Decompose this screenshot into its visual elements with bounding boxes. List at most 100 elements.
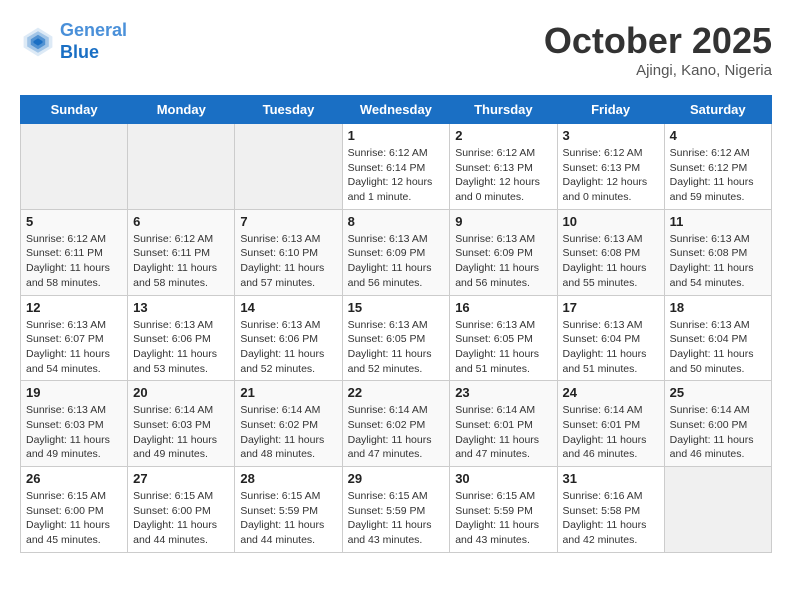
day-number: 7 (240, 214, 336, 229)
calendar-cell (664, 467, 771, 553)
weekday-header-sunday: Sunday (21, 96, 128, 124)
calendar-cell: 4Sunrise: 6:12 AMSunset: 6:12 PMDaylight… (664, 124, 771, 210)
calendar-cell: 13 Sunrise: 6:13 AMSunset: 6:06 PMDayligh… (128, 295, 235, 381)
calendar-cell: 15Sunrise: 6:13 AMSunset: 6:05 PMDayligh… (342, 295, 450, 381)
day-number: 4 (670, 128, 766, 143)
day-number: 16 (455, 300, 551, 315)
calendar-cell (235, 124, 342, 210)
calendar-cell: 30 Sunrise: 6:15 AMSunset: 5:59 PMDayligh… (450, 467, 557, 553)
calendar-cell: 21 Sunrise: 6:14 AMSunset: 6:02 PMDayligh… (235, 381, 342, 467)
title-block: October 2025 Ajingi, Kano, Nigeria (544, 20, 772, 79)
cell-details: Sunrise: 6:13 AMSunset: 6:07 PMDaylight:… (26, 318, 122, 377)
cell-details: Sunrise: 6:14 AMSunset: 6:02 PMDaylight:… (348, 403, 445, 462)
cell-details: Sunrise: 6:14 AMSunset: 6:01 PMDaylight:… (563, 403, 659, 462)
day-number: 10 (563, 214, 659, 229)
cell-details: Sunrise: 6:12 AMSunset: 6:14 PMDaylight:… (348, 146, 445, 205)
weekday-header-monday: Monday (128, 96, 235, 124)
calendar-cell: 1 Sunrise: 6:12 AMSunset: 6:14 PMDaylight… (342, 124, 450, 210)
day-number: 28 (240, 471, 336, 486)
weekday-header-thursday: Thursday (450, 96, 557, 124)
cell-details: Sunrise: 6:15 AMSunset: 5:59 PMDaylight:… (240, 489, 336, 548)
calendar-cell (128, 124, 235, 210)
calendar-cell: 28 Sunrise: 6:15 AMSunset: 5:59 PMDayligh… (235, 467, 342, 553)
calendar-cell: 2Sunrise: 6:12 AMSunset: 6:13 PMDaylight… (450, 124, 557, 210)
logo-text: General Blue (60, 20, 127, 63)
calendar-cell: 5 Sunrise: 6:12 AMSunset: 6:11 PMDaylight… (21, 209, 128, 295)
cell-details: Sunrise: 6:13 AMSunset: 6:09 PMDaylight:… (455, 232, 551, 291)
day-number: 11 (670, 214, 766, 229)
cell-details: Sunrise: 6:14 AMSunset: 6:02 PMDaylight:… (240, 403, 336, 462)
cell-details: Sunrise: 6:13 AMSunset: 6:10 PMDaylight:… (240, 232, 336, 291)
day-number: 17 (563, 300, 659, 315)
calendar-cell: 29Sunrise: 6:15 AMSunset: 5:59 PMDayligh… (342, 467, 450, 553)
calendar-cell: 20 Sunrise: 6:14 AMSunset: 6:03 PMDayligh… (128, 381, 235, 467)
cell-details: Sunrise: 6:15 AMSunset: 5:59 PMDaylight:… (455, 489, 551, 548)
calendar-cell: 25 Sunrise: 6:14 AMSunset: 6:00 PMDayligh… (664, 381, 771, 467)
calendar-cell: 26 Sunrise: 6:15 AMSunset: 6:00 PMDayligh… (21, 467, 128, 553)
calendar-cell: 16 Sunrise: 6:13 AMSunset: 6:05 PMDayligh… (450, 295, 557, 381)
calendar-cell: 7 Sunrise: 6:13 AMSunset: 6:10 PMDaylight… (235, 209, 342, 295)
day-number: 8 (348, 214, 445, 229)
calendar-cell: 24 Sunrise: 6:14 AMSunset: 6:01 PMDayligh… (557, 381, 664, 467)
calendar-cell: 17 Sunrise: 6:13 AMSunset: 6:04 PMDayligh… (557, 295, 664, 381)
day-number: 21 (240, 385, 336, 400)
cell-details: Sunrise: 6:15 AMSunset: 6:00 PMDaylight:… (26, 489, 122, 548)
day-number: 27 (133, 471, 229, 486)
calendar-cell: 9 Sunrise: 6:13 AMSunset: 6:09 PMDaylight… (450, 209, 557, 295)
day-number: 6 (133, 214, 229, 229)
cell-details: Sunrise: 6:15 AMSunset: 5:59 PMDaylight:… (348, 489, 445, 548)
calendar-cell: 8Sunrise: 6:13 AMSunset: 6:09 PMDaylight… (342, 209, 450, 295)
cell-details: Sunrise: 6:13 AMSunset: 6:04 PMDaylight:… (670, 318, 766, 377)
day-number: 25 (670, 385, 766, 400)
day-number: 5 (26, 214, 122, 229)
weekday-header-tuesday: Tuesday (235, 96, 342, 124)
day-number: 30 (455, 471, 551, 486)
cell-details: Sunrise: 6:13 AMSunset: 6:06 PMDaylight:… (240, 318, 336, 377)
weekday-header-saturday: Saturday (664, 96, 771, 124)
cell-details: Sunrise: 6:16 AMSunset: 5:58 PMDaylight:… (563, 489, 659, 548)
calendar-table: SundayMondayTuesdayWednesdayThursdayFrid… (20, 95, 772, 553)
location: Ajingi, Kano, Nigeria (544, 62, 772, 79)
calendar-cell: 6 Sunrise: 6:12 AMSunset: 6:11 PMDaylight… (128, 209, 235, 295)
cell-details: Sunrise: 6:13 AMSunset: 6:04 PMDaylight:… (563, 318, 659, 377)
calendar-cell: 31 Sunrise: 6:16 AMSunset: 5:58 PMDayligh… (557, 467, 664, 553)
calendar-cell: 11 Sunrise: 6:13 AMSunset: 6:08 PMDayligh… (664, 209, 771, 295)
calendar-cell: 18 Sunrise: 6:13 AMSunset: 6:04 PMDayligh… (664, 295, 771, 381)
cell-details: Sunrise: 6:13 AMSunset: 6:06 PMDaylight:… (133, 318, 229, 377)
day-number: 2 (455, 128, 551, 143)
cell-details: Sunrise: 6:12 AMSunset: 6:11 PMDaylight:… (133, 232, 229, 291)
day-number: 1 (348, 128, 445, 143)
cell-details: Sunrise: 6:12 AMSunset: 6:13 PMDaylight:… (563, 146, 659, 205)
day-number: 13 (133, 300, 229, 315)
day-number: 20 (133, 385, 229, 400)
calendar-cell: 23Sunrise: 6:14 AMSunset: 6:01 PMDayligh… (450, 381, 557, 467)
day-number: 12 (26, 300, 122, 315)
day-number: 31 (563, 471, 659, 486)
cell-details: Sunrise: 6:13 AMSunset: 6:08 PMDaylight:… (563, 232, 659, 291)
weekday-header-wednesday: Wednesday (342, 96, 450, 124)
cell-details: Sunrise: 6:12 AMSunset: 6:11 PMDaylight:… (26, 232, 122, 291)
cell-details: Sunrise: 6:13 AMSunset: 6:05 PMDaylight:… (455, 318, 551, 377)
logo-icon (20, 24, 56, 60)
month-title: October 2025 (544, 20, 772, 62)
cell-details: Sunrise: 6:14 AMSunset: 6:03 PMDaylight:… (133, 403, 229, 462)
day-number: 3 (563, 128, 659, 143)
calendar-cell: 12 Sunrise: 6:13 AMSunset: 6:07 PMDayligh… (21, 295, 128, 381)
day-number: 18 (670, 300, 766, 315)
calendar-cell: 19 Sunrise: 6:13 AMSunset: 6:03 PMDayligh… (21, 381, 128, 467)
day-number: 9 (455, 214, 551, 229)
day-number: 14 (240, 300, 336, 315)
day-number: 22 (348, 385, 445, 400)
cell-details: Sunrise: 6:13 AMSunset: 6:05 PMDaylight:… (348, 318, 445, 377)
calendar-cell: 27 Sunrise: 6:15 AMSunset: 6:00 PMDayligh… (128, 467, 235, 553)
day-number: 26 (26, 471, 122, 486)
cell-details: Sunrise: 6:14 AMSunset: 6:00 PMDaylight:… (670, 403, 766, 462)
cell-details: Sunrise: 6:15 AMSunset: 6:00 PMDaylight:… (133, 489, 229, 548)
day-number: 24 (563, 385, 659, 400)
calendar-cell (21, 124, 128, 210)
cell-details: Sunrise: 6:13 AMSunset: 6:03 PMDaylight:… (26, 403, 122, 462)
day-number: 19 (26, 385, 122, 400)
cell-details: Sunrise: 6:14 AMSunset: 6:01 PMDaylight:… (455, 403, 551, 462)
cell-details: Sunrise: 6:13 AMSunset: 6:08 PMDaylight:… (670, 232, 766, 291)
weekday-header-friday: Friday (557, 96, 664, 124)
